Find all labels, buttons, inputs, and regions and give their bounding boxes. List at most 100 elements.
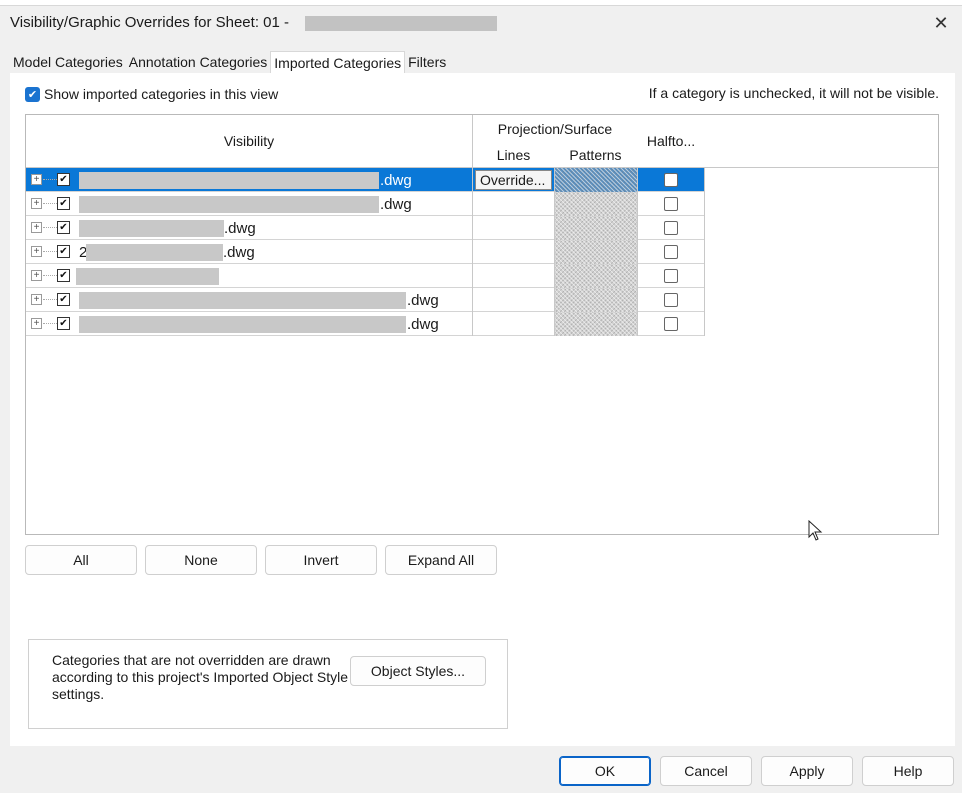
row-visibility-checkbox[interactable]: ✔ (57, 317, 70, 330)
override-button[interactable]: Override... (475, 170, 552, 190)
header-halftone[interactable]: Halfto... (637, 115, 706, 168)
close-icon: ✕ (933, 12, 949, 33)
lines-cell[interactable]: Override... (472, 168, 554, 192)
halftone-checkbox[interactable] (664, 245, 678, 259)
header-visibility[interactable]: Visibility (26, 115, 473, 168)
header-filler (705, 115, 938, 168)
header-projection-surface: Projection/Surface (472, 115, 638, 143)
apply-button[interactable]: Apply (761, 756, 853, 786)
name-redaction (79, 292, 406, 309)
tab-annotation-categories[interactable]: Annotation Categories (126, 51, 271, 73)
tree-connector (43, 203, 57, 204)
info-text: Categories that are not overridden are d… (52, 652, 349, 702)
tree-connector (43, 227, 57, 228)
name-redaction (79, 316, 406, 333)
expand-icon[interactable]: + (31, 246, 42, 257)
halftone-cell (637, 264, 705, 288)
halftone-cell (637, 216, 705, 240)
tab-panel: ✔ Show imported categories in this view … (10, 73, 955, 746)
header-lines[interactable]: Lines (472, 142, 555, 168)
name-redaction (76, 268, 219, 285)
halftone-checkbox[interactable] (664, 317, 678, 331)
row-name-suffix: .dwg (380, 172, 412, 189)
row-name-suffix: .dwg (407, 292, 439, 309)
halftone-checkbox[interactable] (664, 221, 678, 235)
halftone-cell (637, 240, 705, 264)
expand-all-button[interactable]: Expand All (385, 545, 497, 575)
row-name-suffix: .dwg (407, 316, 439, 333)
table-row[interactable]: + ✔ .dwg (26, 312, 705, 336)
table-row[interactable]: + ✔ .dwg (26, 192, 705, 216)
table-row[interactable]: + ✔ .dwg Override... (26, 168, 705, 192)
none-button[interactable]: None (145, 545, 257, 575)
tree-connector (43, 275, 57, 276)
name-redaction (86, 244, 223, 261)
tree-connector (43, 323, 57, 324)
halftone-cell (637, 192, 705, 216)
row-visibility-checkbox[interactable]: ✔ (57, 293, 70, 306)
expand-icon[interactable]: + (31, 294, 42, 305)
patterns-cell[interactable] (554, 168, 637, 192)
lines-cell[interactable] (472, 216, 554, 240)
invert-button[interactable]: Invert (265, 545, 377, 575)
halftone-cell (637, 312, 705, 336)
lines-cell[interactable] (472, 312, 554, 336)
patterns-cell[interactable] (554, 264, 637, 288)
name-redaction (79, 172, 379, 189)
expand-icon[interactable]: + (31, 174, 42, 185)
show-imported-checkbox[interactable]: ✔ (25, 86, 40, 102)
row-visibility-checkbox[interactable]: ✔ (57, 221, 70, 234)
table-row[interactable]: + ✔ (26, 264, 705, 288)
expand-icon[interactable]: + (31, 318, 42, 329)
help-button[interactable]: Help (862, 756, 954, 786)
tab-model-categories[interactable]: Model Categories (10, 51, 126, 73)
row-name-suffix: .dwg (380, 196, 412, 213)
tab-strip: Model Categories Annotation Categories I… (10, 51, 449, 74)
title-redaction (305, 16, 497, 31)
all-button[interactable]: All (25, 545, 137, 575)
row-visibility-checkbox[interactable]: ✔ (57, 173, 70, 186)
table-row[interactable]: + ✔ 2 .dwg (26, 240, 705, 264)
patterns-cell[interactable] (554, 288, 637, 312)
row-visibility-checkbox[interactable]: ✔ (57, 269, 70, 282)
show-imported-label: Show imported categories in this view (44, 86, 279, 102)
object-styles-button[interactable]: Object Styles... (350, 656, 486, 686)
halftone-checkbox[interactable] (664, 173, 678, 187)
tree-connector (43, 179, 57, 180)
row-name-suffix: .dwg (223, 244, 255, 261)
visibility-note: If a category is unchecked, it will not … (648, 85, 939, 101)
patterns-cell[interactable] (554, 240, 637, 264)
halftone-checkbox[interactable] (664, 293, 678, 307)
mouse-pointer-icon (808, 520, 823, 541)
title-bar: Visibility/Graphic Overrides for Sheet: … (0, 6, 962, 40)
lines-cell[interactable] (472, 240, 554, 264)
lines-cell[interactable] (472, 192, 554, 216)
patterns-cell[interactable] (554, 216, 637, 240)
expand-icon[interactable]: + (31, 222, 42, 233)
tab-filters[interactable]: Filters (405, 51, 449, 73)
halftone-checkbox[interactable] (664, 197, 678, 211)
ok-button[interactable]: OK (559, 756, 651, 786)
row-visibility-checkbox[interactable]: ✔ (57, 197, 70, 210)
tab-imported-categories[interactable]: Imported Categories (270, 51, 406, 74)
header-patterns[interactable]: Patterns (554, 142, 638, 168)
name-redaction (79, 196, 379, 213)
expand-icon[interactable]: + (31, 270, 42, 281)
tree-connector (43, 299, 57, 300)
expand-icon[interactable]: + (31, 198, 42, 209)
patterns-cell[interactable] (554, 312, 637, 336)
lines-cell[interactable] (472, 288, 554, 312)
halftone-cell (637, 168, 705, 192)
show-imported-option[interactable]: ✔ Show imported categories in this view (25, 86, 278, 102)
row-visibility-checkbox[interactable]: ✔ (57, 245, 70, 258)
tree-connector (43, 251, 57, 252)
halftone-checkbox[interactable] (664, 269, 678, 283)
halftone-cell (637, 288, 705, 312)
table-row[interactable]: + ✔ .dwg (26, 216, 705, 240)
patterns-cell[interactable] (554, 192, 637, 216)
cancel-button[interactable]: Cancel (660, 756, 752, 786)
lines-cell[interactable] (472, 264, 554, 288)
info-group: Categories that are not overridden are d… (28, 639, 508, 729)
close-button[interactable]: ✕ (928, 10, 954, 36)
table-row[interactable]: + ✔ .dwg (26, 288, 705, 312)
